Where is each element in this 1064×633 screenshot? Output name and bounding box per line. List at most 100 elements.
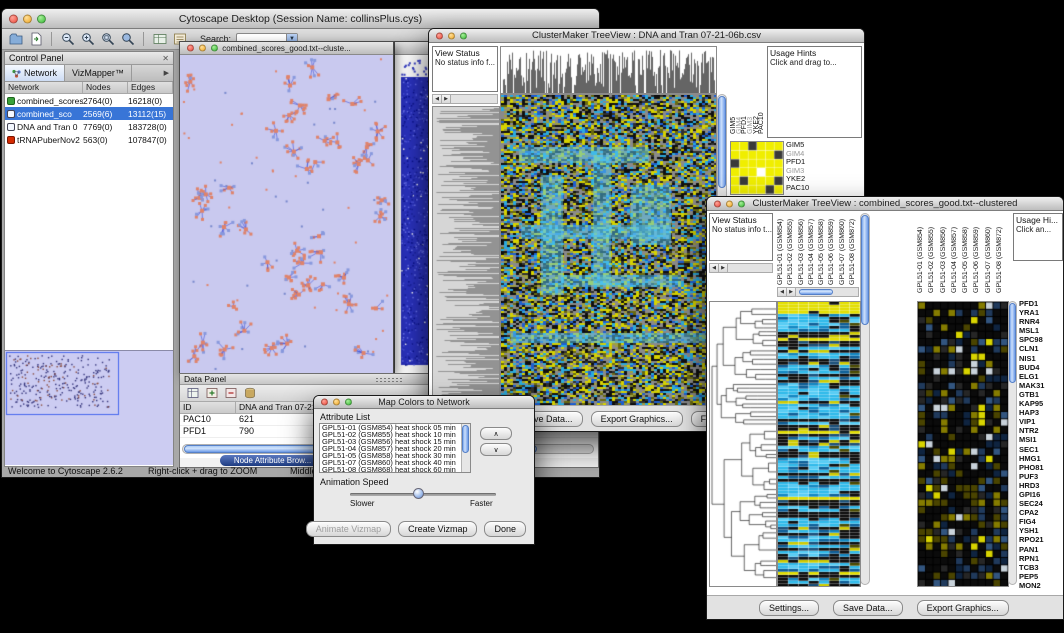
gene-label[interactable]: YSH1 [1019, 526, 1063, 535]
column-label[interactable]: GPL51-08 (GSM872) [849, 213, 859, 285]
scroll-right-icon[interactable]: ▶ [719, 264, 728, 272]
delete-attribute-icon[interactable] [223, 386, 238, 401]
gene-label[interactable]: RPO21 [1019, 535, 1063, 544]
list-vscrollbar[interactable] [461, 424, 470, 472]
gene-label[interactable]: SPC98 [1019, 335, 1063, 344]
zoom-button[interactable] [460, 32, 467, 39]
zoom-heatmap-canvas[interactable] [917, 301, 1009, 587]
scrollbar-thumb[interactable] [718, 96, 726, 188]
column-label[interactable]: GPL51-05 (GSM858) [818, 213, 828, 285]
attribute-item[interactable]: GPL51-08 (GSM868) heat shock 60 min [320, 466, 470, 473]
drag-grip-icon[interactable] [375, 377, 403, 382]
scrollbar-thumb[interactable] [861, 215, 869, 325]
gene-label[interactable]: MON2 [1019, 581, 1063, 590]
gene-label[interactable]: MAK31 [1019, 381, 1063, 390]
scroll-right-icon[interactable]: ▶ [787, 288, 796, 296]
snapshot-icon[interactable] [152, 32, 167, 47]
row-dendrogram-canvas[interactable] [432, 106, 500, 408]
minimize-button[interactable] [199, 45, 206, 52]
gene-label[interactable]: MSL1 [1019, 326, 1063, 335]
gene-label[interactable]: HMG1 [1019, 454, 1063, 463]
column-label[interactable]: GPL51-01 (GSM854) [777, 213, 787, 285]
column-label[interactable]: GPL51-01 (GSM854) [917, 213, 928, 293]
zoom-vscrollbar[interactable] [1008, 301, 1017, 585]
tab-vizmapper[interactable]: VizMapper™ [65, 65, 132, 81]
summary-matrix-canvas[interactable] [730, 141, 784, 195]
treeview-button[interactable]: Export Graphics... [591, 411, 683, 427]
zoom-button[interactable] [37, 14, 46, 23]
network-row[interactable]: combined_sco 2569(6) 13112(15) [5, 107, 173, 120]
gene-label[interactable]: RPN1 [1019, 554, 1063, 563]
scroll-left-icon[interactable]: ◀ [778, 288, 787, 296]
window-controls[interactable] [9, 14, 46, 23]
gene-label[interactable]: RNR4 [1019, 317, 1063, 326]
gene-label[interactable]: GPI16 [1019, 490, 1063, 499]
gene-label[interactable]: GTB1 [1019, 390, 1063, 399]
birdseye-canvas[interactable] [5, 351, 173, 465]
minimize-button[interactable] [726, 200, 733, 207]
move-up-button[interactable]: ∧ [480, 427, 512, 440]
minimize-button[interactable] [333, 399, 340, 406]
gene-label[interactable]: NIS1 [1019, 354, 1063, 363]
treeview-button[interactable]: Export Graphics... [917, 600, 1009, 616]
gene-label[interactable]: PUF3 [1019, 472, 1063, 481]
zoom-out-icon[interactable] [60, 32, 75, 47]
gene-label[interactable]: PEP5 [1019, 572, 1063, 581]
birdseye-view[interactable] [5, 350, 173, 466]
open-session-icon[interactable] [8, 32, 23, 47]
close-button[interactable] [321, 399, 328, 406]
heatmap-canvas[interactable] [500, 94, 717, 408]
column-label[interactable]: GPL51-03 (GSM856) [940, 213, 951, 293]
create-vizmap-button[interactable]: Create Vizmap [398, 521, 477, 537]
done-button[interactable]: Done [484, 521, 526, 537]
gene-label[interactable]: CPA2 [1019, 508, 1063, 517]
zoom-selected-icon[interactable] [120, 32, 135, 47]
main-titlebar[interactable]: Cytoscape Desktop (Session Name: collins… [2, 9, 599, 29]
close-button[interactable] [187, 45, 194, 52]
column-label[interactable]: GIM3 [747, 46, 753, 134]
main-vscrollbar[interactable] [860, 213, 870, 585]
create-attribute-icon[interactable] [204, 386, 219, 401]
window-controls[interactable] [321, 399, 352, 406]
attribute-list[interactable]: GPL51-01 (GSM854) heat shock 05 minGPL51… [319, 423, 471, 473]
gene-label[interactable]: BUD4 [1019, 363, 1063, 372]
gene-label[interactable]: VIP1 [1019, 417, 1063, 426]
animate-vizmap-button[interactable]: Animate Vizmap [306, 521, 391, 537]
gene-label[interactable]: YRA1 [1019, 308, 1063, 317]
zoom-in-icon[interactable] [80, 32, 95, 47]
close-button[interactable] [436, 32, 443, 39]
speed-slider-thumb[interactable] [413, 488, 424, 499]
heatmap-hscrollbar[interactable]: ◀ ▶ [777, 287, 859, 297]
column-label[interactable]: GPL51-08 (GSM872) [996, 213, 1007, 293]
attribute-db-icon[interactable] [242, 386, 257, 401]
network-row[interactable]: combined_scores 2764(0) 16218(0) [5, 94, 173, 107]
column-label[interactable]: GPL51-02 (GSM855) [928, 213, 939, 293]
window-controls[interactable] [714, 200, 745, 207]
column-label[interactable]: GPL51-05 (GSM858) [962, 213, 973, 293]
network-canvas[interactable] [180, 55, 393, 373]
treeview-button[interactable]: Save Data... [833, 600, 903, 616]
close-button[interactable] [9, 14, 18, 23]
gene-label[interactable]: MSI1 [1019, 435, 1063, 444]
column-label[interactable]: GPL51-07 (GSM860) [985, 213, 996, 293]
column-dendrogram-canvas[interactable] [500, 46, 717, 94]
gene-label[interactable]: PAN1 [1019, 545, 1063, 554]
gene-label[interactable]: SEC1 [1019, 445, 1063, 454]
tab-overflow-icon[interactable]: ▶ [160, 65, 173, 81]
dendro-hscrollbar[interactable]: ◀ ▶ [432, 94, 498, 104]
gene-label[interactable]: ELG1 [1019, 372, 1063, 381]
heatmap-canvas[interactable] [777, 301, 861, 587]
control-panel-close-icon[interactable]: ✕ [162, 54, 169, 63]
gene-label[interactable]: PAC10 [786, 184, 826, 193]
scrollbar-thumb[interactable] [1009, 303, 1016, 383]
dialog-titlebar[interactable]: Map Colors to Network [314, 396, 534, 409]
network-window-titlebar[interactable]: combined_scores_good.txt--cluste... [180, 42, 393, 55]
scroll-right-icon[interactable]: ▶ [442, 95, 451, 103]
treeview1-titlebar[interactable]: ClusterMaker TreeView : DNA and Tran 07-… [429, 29, 864, 43]
close-button[interactable] [714, 200, 721, 207]
scrollbar-thumb[interactable] [462, 425, 469, 453]
treeview-button[interactable]: Settings... [759, 600, 819, 616]
window-controls[interactable] [187, 45, 218, 52]
zoom-button[interactable] [738, 200, 745, 207]
column-label[interactable]: GIM5 [730, 46, 736, 134]
